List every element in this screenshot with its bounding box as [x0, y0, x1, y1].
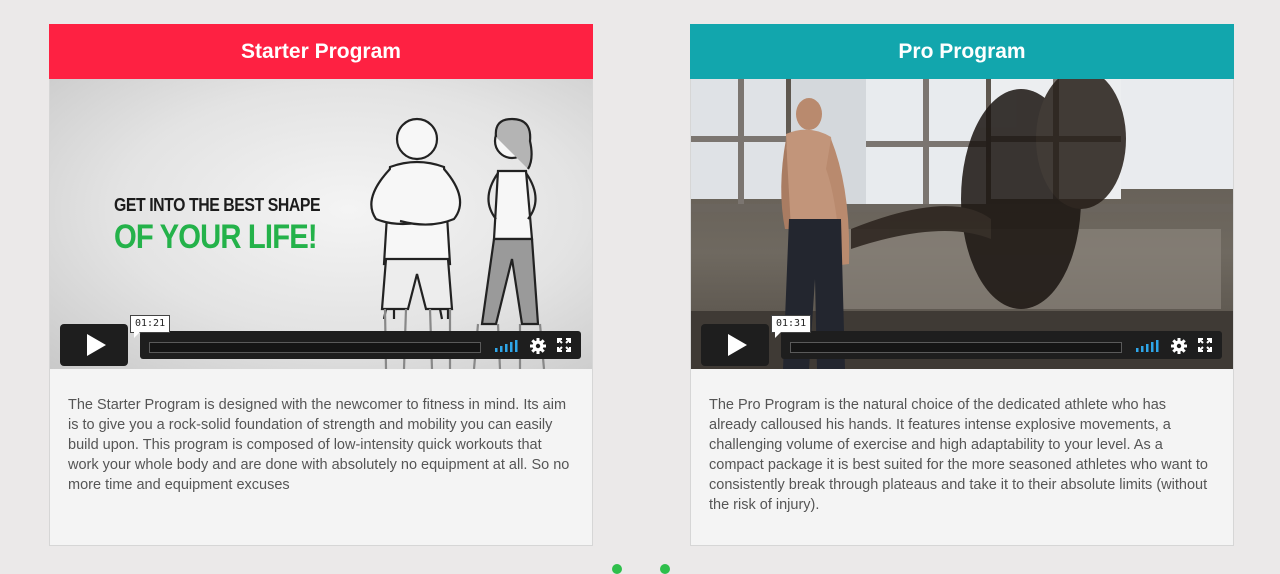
card-description: The Pro Program is the natural choice of…	[709, 397, 1208, 513]
starter-program-card: Starter Program GET INTO THE BEST SHAPE …	[49, 24, 593, 546]
card-title: Pro Program	[690, 24, 1234, 79]
video-time-badge: 01:21	[130, 315, 171, 338]
video-headline: GET INTO THE BEST SHAPE OF YOUR LIFE!	[114, 195, 350, 257]
video-player[interactable]: GET INTO THE BEST SHAPE OF YOUR LIFE! 01…	[50, 79, 592, 369]
video-player[interactable]: 01:31	[691, 79, 1233, 369]
play-button[interactable]	[701, 324, 769, 366]
video-time-badge: 01:31	[771, 315, 812, 338]
video-progress-track[interactable]	[149, 342, 481, 353]
gear-icon[interactable]	[1170, 337, 1188, 355]
card-title: Starter Program	[49, 24, 593, 79]
carousel-dot[interactable]	[612, 564, 622, 574]
fullscreen-icon[interactable]	[1198, 338, 1212, 352]
video-progress-track[interactable]	[790, 342, 1122, 353]
video-headline-line2: OF YOUR LIFE!	[114, 218, 318, 256]
fullscreen-icon[interactable]	[557, 338, 571, 352]
play-button[interactable]	[60, 324, 128, 366]
video-headline-line1: GET INTO THE BEST SHAPE	[114, 195, 321, 215]
card-description: The Starter Program is designed with the…	[68, 397, 570, 493]
play-icon	[727, 334, 747, 356]
gear-icon[interactable]	[529, 337, 547, 355]
play-icon	[86, 334, 106, 356]
progress-bar-container	[140, 331, 581, 359]
video-controls: 01:21	[60, 315, 581, 366]
progress-bar-container	[781, 331, 1222, 359]
pro-program-card: Pro Program 01:31 The Pro Program is the…	[690, 24, 1234, 546]
carousel-dot[interactable]	[660, 564, 670, 574]
volume-icon[interactable]	[495, 338, 521, 352]
volume-icon[interactable]	[1136, 338, 1162, 352]
video-controls: 01:31	[701, 315, 1222, 366]
